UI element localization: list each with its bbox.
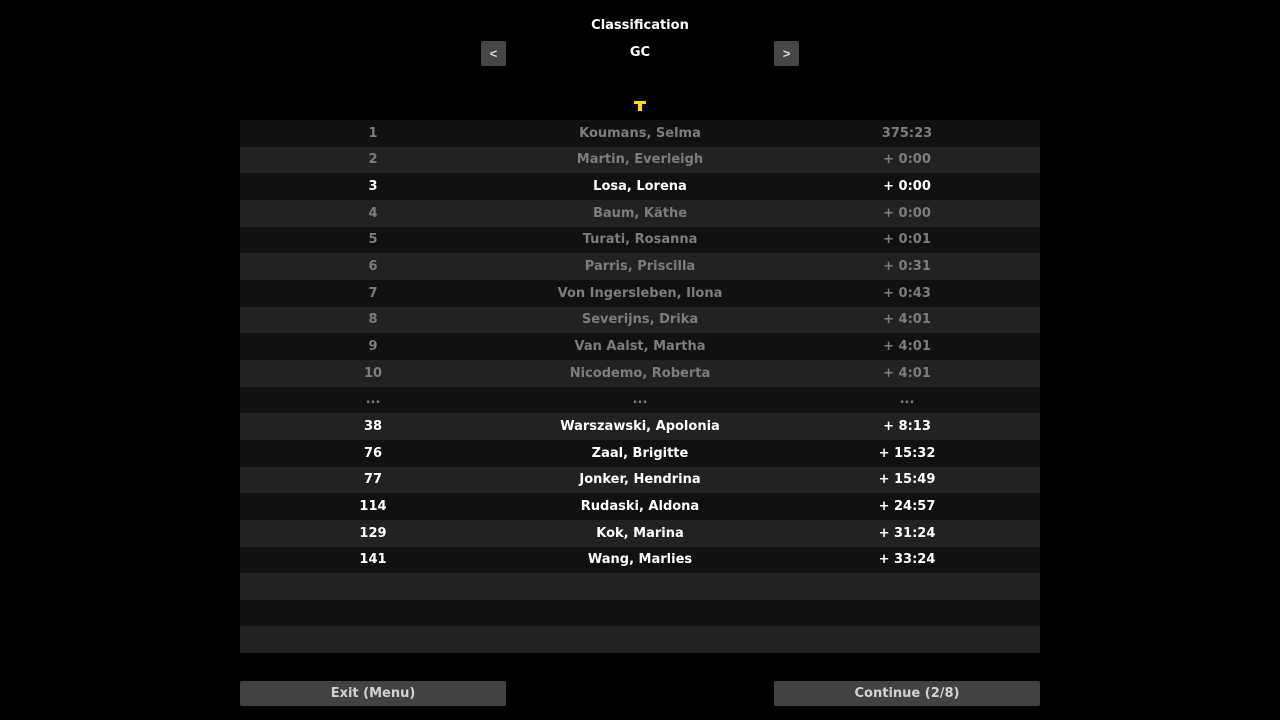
position-cell: 10 [363,365,383,381]
time-gap-cell: + 15:49 [878,472,936,488]
rider-name-cell: Martin, Everleigh [576,152,704,168]
table-row: 10 Nicodemo, Roberta + 4:01 [240,359,1040,387]
rider-name-cell: Van Aalst, Martha [574,339,706,355]
table-row: 77 Jonker, Hendrina + 15:49 [240,466,1040,494]
position-cell: 4 [368,205,378,221]
table-row: 8 Severijns, Drika + 4:01 [240,306,1040,334]
time-gap-cell: + 0:31 [883,259,931,275]
classification-name: GC [629,45,651,60]
rider-name-cell: Jonker, Hendrina [579,472,701,488]
rider-name-cell: Rudaski, Aldona [580,499,700,515]
position-cell: 7 [368,285,378,301]
time-gap-cell: + 24:57 [878,499,936,515]
position-cell: 77 [363,472,383,488]
table-row: 141 Wang, Marlies + 33:24 [240,546,1040,574]
time-gap-cell: + 0:43 [883,285,931,301]
continue-button[interactable]: Continue (2/8) [774,681,1040,706]
rider-name-cell: Zaal, Brigitte [591,445,689,461]
rider-name-cell: Parris, Priscilla [584,259,696,275]
table-row: 4 Baum, Käthe + 0:00 [240,199,1040,227]
table-row: 2 Martin, Everleigh + 0:00 [240,146,1040,174]
table-row: 9 Van Aalst, Martha + 4:01 [240,333,1040,360]
standings-table: 1 Koumans, Selma 375:23 2 Martin, Everleigh +… [240,120,1040,654]
exit-menu-button[interactable]: Exit (Menu) [240,681,506,706]
page-title: Classification [591,18,689,33]
position-cell: 2 [368,152,378,168]
position-cell: 114 [359,499,387,515]
position-cell: 6 [368,259,378,275]
rider-name-cell: Baum, Käthe [592,205,688,221]
time-gap-cell: + 0:00 [883,152,931,168]
rider-name-cell: Turati, Rosanna [582,232,698,248]
rider-name-cell: Von Ingersleben, Ilona [557,285,723,301]
table-row: 6 Parris, Priscilla + 0:31 [240,253,1040,280]
table-row: 129 Kok, Marina + 31:24 [240,519,1040,547]
position-cell: 9 [368,339,378,355]
rider-name-cell: Warszawski, Apolonia [560,419,720,435]
leader-jersey-icon [634,101,646,111]
position-cell: 38 [363,419,383,435]
table-row: 76 Zaal, Brigitte + 15:32 [240,439,1040,467]
rider-name-cell: ... [632,392,648,408]
position-cell: 141 [359,552,387,568]
position-cell: 129 [359,525,387,541]
position-cell: 5 [368,232,378,248]
time-gap-cell: + 0:01 [883,232,931,248]
position-cell: 3 [368,179,378,195]
position-cell: 8 [368,312,378,328]
rider-name-cell: Koumans, Selma [579,125,701,141]
time-gap-cell: + 4:01 [883,339,931,355]
time-gap-cell: + 8:13 [883,419,931,435]
classification-screen: Classification < GC > 1 Koumans, Selma 375… [0,0,1280,720]
position-cell: 76 [363,445,383,461]
table-row: 38 Warszawski, Apolonia + 8:13 [240,413,1040,440]
position-cell: 1 [368,125,378,141]
time-gap-cell: + 15:32 [878,445,936,461]
time-gap-cell: + 33:24 [878,552,936,568]
time-gap-cell: ... [899,392,915,408]
table-row [240,573,1040,600]
table-row: 3 Losa, Lorena + 0:00 [240,173,1040,200]
rider-name-cell: Kok, Marina [596,525,684,541]
time-gap-cell: + 4:01 [883,312,931,328]
table-row: 114 Rudaski, Aldona + 24:57 [240,493,1040,520]
time-gap-cell: + 4:01 [883,365,931,381]
table-row: ......... [240,386,1040,414]
time-gap-cell: + 31:24 [878,525,936,541]
rider-name-cell: Wang, Marlies [587,552,693,568]
table-row: 5 Turati, Rosanna + 0:01 [240,226,1040,254]
rider-name-cell: Losa, Lorena [593,179,687,195]
position-cell: ... [365,392,381,408]
time-gap-cell: 375:23 [881,125,933,141]
time-gap-cell: + 0:00 [883,179,931,195]
rider-name-cell: Nicodemo, Roberta [569,365,711,381]
table-row [240,626,1040,654]
time-gap-cell: + 0:00 [883,205,931,221]
table-row: 1 Koumans, Selma 375:23 [240,120,1040,147]
table-row: 7 Von Ingersleben, Ilona + 0:43 [240,279,1040,307]
rider-name-cell: Severijns, Drika [581,312,699,328]
table-row [240,599,1040,627]
next-classification-button[interactable]: > [774,41,799,66]
